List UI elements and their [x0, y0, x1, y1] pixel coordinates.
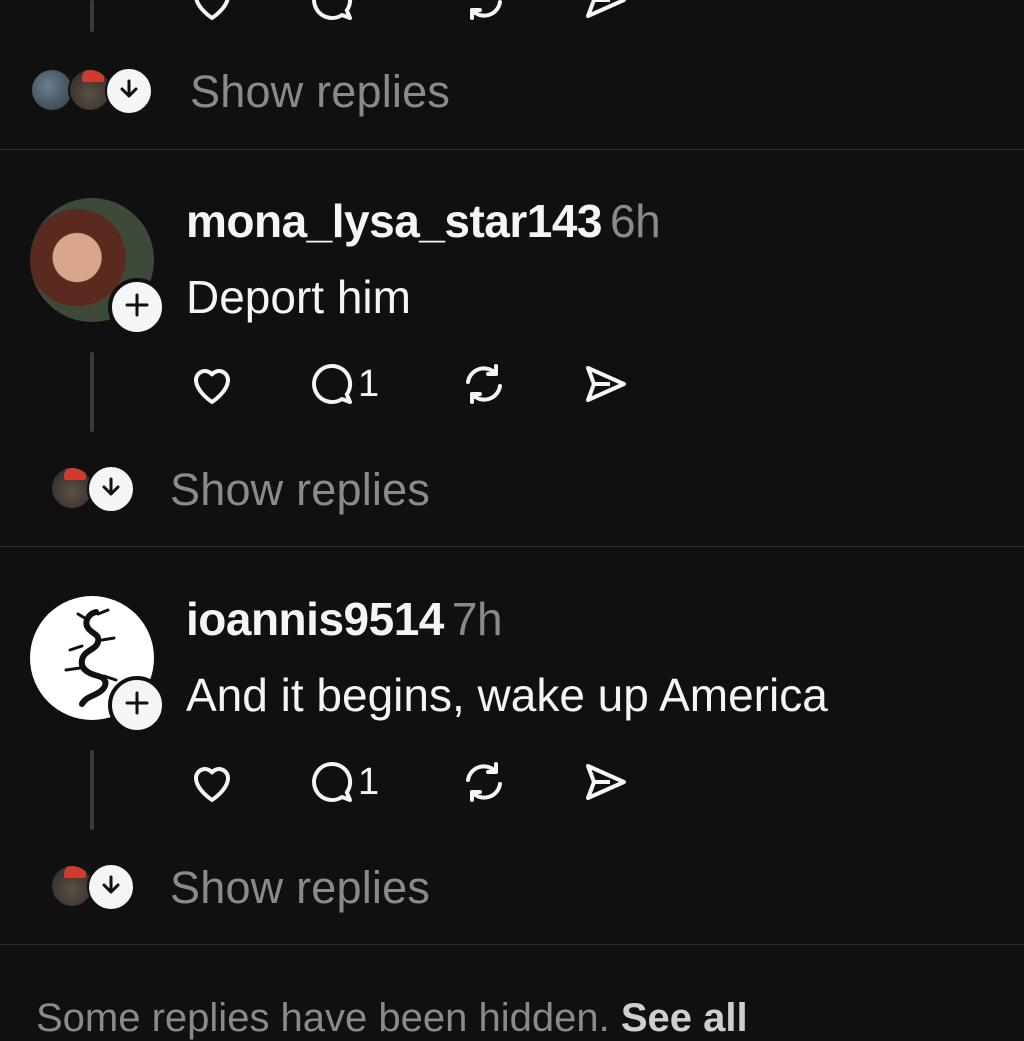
- post-text: Deport him: [186, 271, 411, 323]
- like-button[interactable]: [188, 0, 236, 22]
- divider: [0, 944, 1024, 945]
- divider: [0, 546, 1024, 547]
- repost-button[interactable]: [460, 760, 508, 804]
- follow-button[interactable]: [108, 676, 166, 734]
- show-replies-link[interactable]: Show replies: [170, 464, 430, 516]
- repost-icon: [460, 0, 508, 22]
- plus-icon: [123, 689, 151, 722]
- heart-icon: [188, 760, 236, 804]
- like-button[interactable]: [188, 362, 236, 406]
- comment-icon: [308, 0, 356, 22]
- thread-line: [90, 750, 94, 830]
- username-text: mona_lysa_star143: [186, 195, 603, 247]
- username-text: ioannis9514: [186, 593, 444, 645]
- like-button[interactable]: [188, 760, 236, 804]
- heart-icon: [188, 362, 236, 406]
- username[interactable]: mona_lysa_star143 6h: [186, 194, 661, 248]
- share-button[interactable]: [582, 362, 630, 406]
- expand-replies-badge[interactable]: [87, 465, 135, 513]
- expand-replies-badge[interactable]: [105, 67, 153, 115]
- reply-count: 1: [358, 761, 380, 803]
- reply-count: 1: [358, 363, 380, 405]
- see-all-link[interactable]: See all: [621, 996, 748, 1040]
- hidden-replies-text: Some replies have been hidden.: [36, 996, 610, 1040]
- reply-button[interactable]: [308, 0, 356, 22]
- repost-button[interactable]: [460, 0, 508, 22]
- repost-button[interactable]: [460, 362, 508, 406]
- plus-icon: [123, 291, 151, 324]
- heart-icon: [188, 0, 236, 22]
- share-button[interactable]: [582, 760, 630, 804]
- timestamp: 7h: [451, 593, 503, 645]
- follow-button[interactable]: [108, 278, 166, 336]
- comment-icon: [308, 760, 356, 804]
- show-replies-link[interactable]: Show replies: [190, 66, 450, 118]
- send-icon: [582, 0, 630, 22]
- send-icon: [582, 760, 630, 804]
- share-button[interactable]: [582, 0, 630, 22]
- arrow-down-icon: [118, 77, 140, 106]
- send-icon: [582, 362, 630, 406]
- repost-icon: [460, 362, 508, 406]
- username[interactable]: ioannis9514 7h: [186, 592, 503, 646]
- reply-button[interactable]: 1: [308, 760, 379, 804]
- arrow-down-icon: [100, 475, 122, 504]
- arrow-down-icon: [100, 873, 122, 902]
- reply-button[interactable]: 1: [308, 362, 379, 406]
- timestamp: 6h: [610, 195, 661, 247]
- post-text: And it begins, wake up America: [186, 669, 828, 721]
- expand-replies-badge[interactable]: [87, 863, 135, 911]
- show-replies-link[interactable]: Show replies: [170, 862, 430, 914]
- repost-icon: [460, 760, 508, 804]
- comment-icon: [308, 362, 356, 406]
- hidden-replies-notice: Some replies have been hidden. See all: [36, 996, 748, 1041]
- divider: [0, 149, 1024, 150]
- thread-line: [90, 0, 94, 32]
- thread-line: [90, 352, 94, 432]
